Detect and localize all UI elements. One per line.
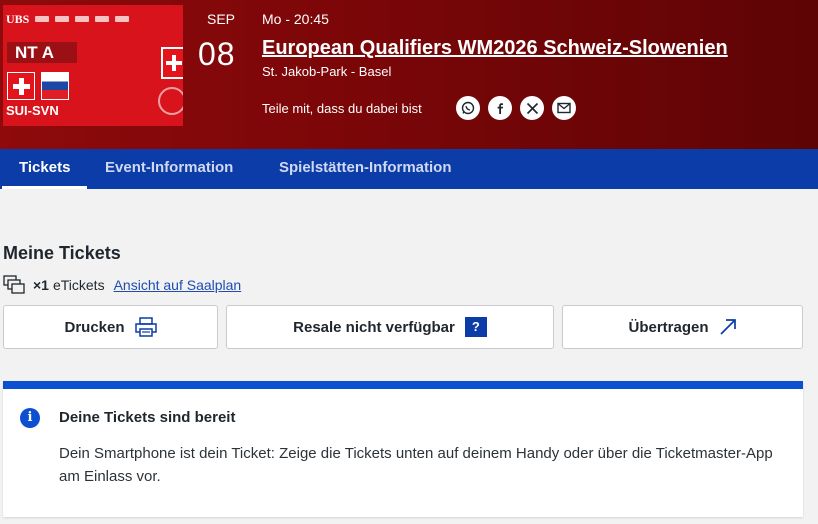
event-image: UBS NT A SUI-SVN [3,5,183,126]
notice-title: Deine Tickets sind bereit [59,409,236,426]
tab-venue-information[interactable]: Spielstätten-Information [279,149,452,189]
tab-tickets[interactable]: Tickets [2,149,88,189]
tab-label: Spielstätten-Information [279,159,452,176]
my-tickets-heading: Meine Tickets [3,243,121,263]
event-day: 08 [198,36,236,72]
sponsor-logo [95,16,110,22]
help-icon[interactable]: ? [464,317,487,337]
sponsor-logo: UBS [6,11,30,26]
ticket-type: eTickets [52,277,105,293]
sponsor-logo [55,16,70,22]
sponsor-logo [35,16,50,22]
event-header: UBS NT A SUI-SVN SEP 08 Mo - 20:45 Europ… [0,0,818,149]
whatsapp-share-button[interactable] [456,96,480,120]
tab-label: Tickets [19,159,71,176]
tickets-icon [3,275,25,294]
sponsor-strip: UBS [3,5,183,33]
print-button-label: Drucken [64,318,125,336]
active-tab-indicator [2,186,88,189]
facebook-icon [497,103,503,114]
notice-text: Dein Smartphone ist dein Ticket: Zeige d… [59,445,773,485]
share-label: Teile mit, dass du dabei bist [262,101,422,116]
x-icon [526,102,538,114]
tab-event-information[interactable]: Event-Information [105,149,233,189]
printer-icon [134,317,157,337]
x-share-button[interactable] [520,96,544,120]
transfer-button-label: Übertragen [628,318,709,336]
event-month: SEP [207,11,236,27]
resale-button[interactable]: Resale nicht verfügbar ? [226,305,554,349]
seatmap-link[interactable]: Ansicht auf Saalplan [114,277,242,293]
swiss-flag-icon [7,72,35,100]
slovenia-flag-icon [41,72,69,100]
sponsor-logo [75,16,90,22]
sponsor-logo [115,16,130,22]
event-title-link[interactable]: European Qualifiers WM2026 Schweiz-Slowe… [262,37,728,60]
email-share-button[interactable] [552,96,576,120]
event-time: Mo - 20:45 [262,11,329,27]
arrow-up-right-icon [719,318,737,336]
tab-label: Event-Information [105,159,234,176]
ticket-count: ×1 [33,277,49,293]
help-badge: ? [464,317,487,337]
facebook-share-button[interactable] [488,96,512,120]
ticket-summary: ×1 eTickets Ansicht auf Saalplan [3,275,241,295]
swiss-cross-icon [161,47,183,79]
email-icon [557,102,571,114]
tickets-ready-notice: i Deine Tickets sind bereit Dein Smartph… [3,381,803,517]
event-venue: St. Jakob-Park - Basel [262,64,392,79]
team-badge: NT A [7,42,77,63]
resale-button-label: Resale nicht verfügbar [293,318,455,336]
match-code: SUI-SVN [6,103,59,118]
transfer-button[interactable]: Übertragen [562,305,803,349]
tab-bar: Tickets Event-Information Spielstätten-I… [0,149,818,189]
info-icon: i [20,408,40,428]
federation-emblem-icon [158,87,183,115]
print-button[interactable]: Drucken [3,305,218,349]
whatsapp-icon [461,101,475,115]
